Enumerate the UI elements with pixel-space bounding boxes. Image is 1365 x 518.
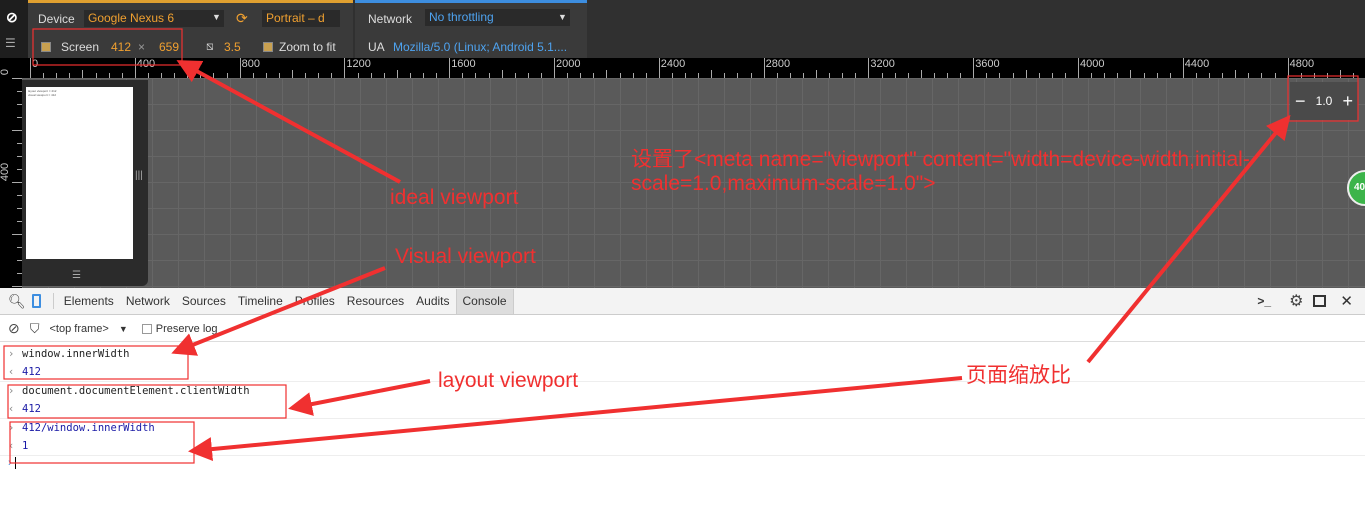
- annotation-box: [9, 421, 195, 464]
- annotation-box: [1287, 75, 1359, 122]
- annotation-arrow: [176, 60, 401, 184]
- annotation-arrow: [288, 379, 431, 416]
- annotation-scale: 页面缩放比: [966, 364, 1071, 387]
- annotation-meta-line2: scale=1.0,maximum-scale=1.0">: [631, 172, 936, 195]
- annotation-arrow: [171, 266, 386, 356]
- annotation-box: [32, 28, 183, 66]
- annotation-layout-viewport: layout viewport: [438, 369, 579, 392]
- annotation-visual-viewport: Visual viewport: [395, 245, 536, 268]
- annotation-overlay: [3, 28, 1359, 464]
- annotation-box: [7, 384, 287, 419]
- annotation-meta-line1: 设置了<meta name="viewport" content="width=…: [631, 148, 1250, 171]
- annotation-ideal-viewport: ideal viewport: [390, 186, 519, 209]
- annotation-box: [3, 345, 189, 380]
